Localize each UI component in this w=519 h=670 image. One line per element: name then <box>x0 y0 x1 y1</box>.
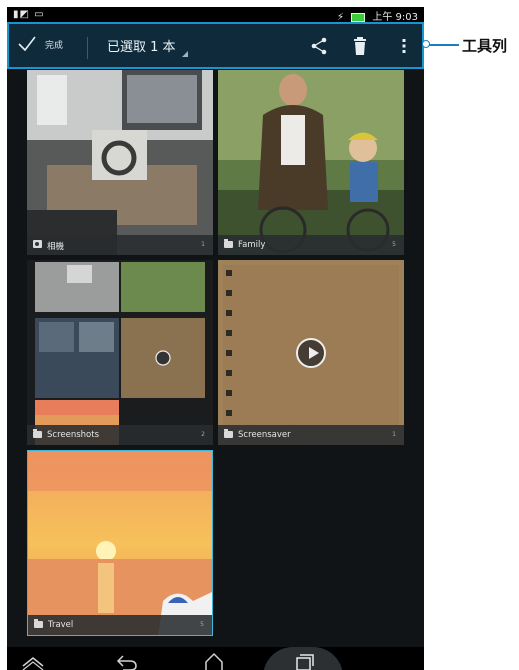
dropdown-corner-icon <box>181 51 188 57</box>
album-thumbnail <box>218 70 404 255</box>
album-thumbnail <box>27 70 213 255</box>
album-count: 5 <box>392 241 396 248</box>
album-name: Travel <box>48 620 74 630</box>
callout-label: 工具列 <box>462 37 508 55</box>
album-name: Screenshots <box>47 430 100 440</box>
album-tile-screensaver[interactable]: Screensaver 1 <box>218 260 404 445</box>
folder-icon <box>224 239 233 248</box>
album-caption: Travel 5 <box>28 615 212 635</box>
home-icon[interactable] <box>202 652 226 670</box>
album-count: 2 <box>201 431 205 438</box>
album-name: Screensaver <box>238 430 291 440</box>
album-tile-screenshots[interactable]: Screenshots 2 <box>27 260 213 445</box>
album-thumbnail <box>27 260 213 445</box>
selection-label: 已選取 1 本 <box>107 40 176 55</box>
callout-dot <box>422 40 430 48</box>
hide-navbar-icon[interactable] <box>21 652 45 670</box>
folder-icon <box>33 429 42 438</box>
album-tile-family[interactable]: Family 5 <box>218 70 404 255</box>
album-count: 1 <box>392 431 396 438</box>
album-caption: Screensaver 1 <box>218 425 404 445</box>
delete-icon[interactable] <box>350 36 370 56</box>
album-caption: 相機 1 <box>27 235 213 255</box>
album-count: 1 <box>201 241 205 248</box>
share-icon[interactable] <box>309 36 329 56</box>
checkmark-icon <box>18 36 36 52</box>
tablet-screen: ▮◩ ▭ ⚡ 上午 9:03 完成 已選取 1 本 相機 1 Family 5 … <box>7 7 424 670</box>
overflow-menu-icon[interactable] <box>394 36 414 56</box>
album-tile-travel[interactable]: Travel 5 <box>27 450 213 636</box>
toolbar-divider <box>87 37 88 59</box>
status-left-icons: ▮◩ ▭ <box>13 9 45 20</box>
album-name: Family <box>238 240 266 250</box>
play-icon <box>296 338 326 368</box>
folder-icon <box>34 619 43 628</box>
album-caption: Family 5 <box>218 235 404 255</box>
status-bar: ▮◩ ▭ ⚡ 上午 9:03 <box>7 7 424 23</box>
album-name: 相機 <box>47 242 65 252</box>
done-button[interactable]: 完成 <box>17 34 63 54</box>
battery-icon <box>351 12 366 22</box>
album-caption: Screenshots 2 <box>27 425 213 445</box>
done-label: 完成 <box>45 40 64 51</box>
selection-dropdown[interactable]: 已選取 1 本 <box>107 36 188 57</box>
selection-toolbar: 完成 已選取 1 本 <box>7 22 424 69</box>
album-tile-camera[interactable]: 相機 1 <box>27 70 213 255</box>
recent-apps-icon[interactable] <box>292 652 316 670</box>
back-icon[interactable] <box>115 652 139 670</box>
folder-icon <box>224 429 233 438</box>
status-right: ⚡ 上午 9:03 <box>337 8 418 23</box>
camera-icon <box>33 240 42 248</box>
album-thumbnail <box>28 451 212 635</box>
album-count: 5 <box>200 621 204 628</box>
